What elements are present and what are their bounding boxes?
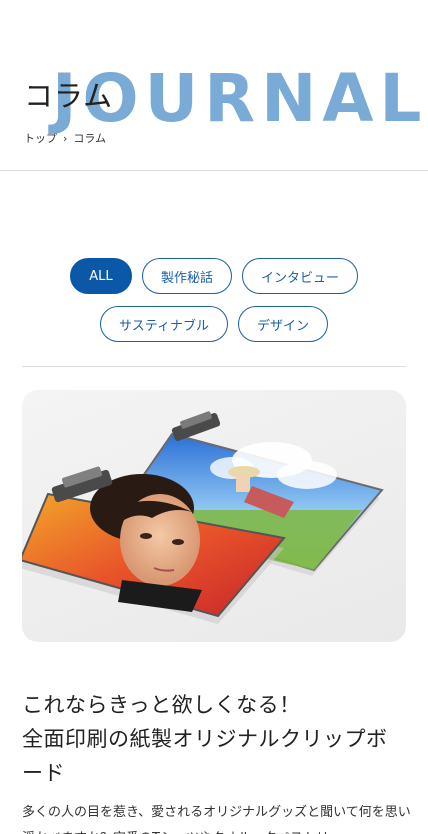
clipboard-illustration — [22, 411, 384, 624]
article-title-line: ード — [22, 761, 65, 785]
article-excerpt: 多くの人の目を惹き、愛されるオリジナルグッズと聞いて何を思い浮かべますか？定番の… — [22, 805, 411, 834]
page: JOURNAL JOURNAL コラム トップ › コラム ALL 製作秘話 イ… — [0, 0, 428, 834]
section-divider — [22, 366, 406, 367]
page-title: コラム — [24, 79, 114, 113]
category-row-1: ALL 製作秘話 インタビュー — [22, 258, 406, 294]
category-filter: ALL 製作秘話 インタビュー サスティナブル デザイン — [22, 258, 406, 354]
breadcrumb-current: コラム — [73, 132, 107, 145]
page-header: JOURNAL JOURNAL コラム トップ › コラム — [0, 0, 428, 171]
breadcrumb: トップ › コラム — [24, 130, 106, 146]
category-tag-design[interactable]: デザイン — [237, 306, 328, 342]
category-row-2: サスティナブル デザイン — [22, 306, 406, 342]
breadcrumb-separator: › — [63, 131, 68, 145]
article-thumbnail[interactable] — [22, 390, 406, 642]
category-tag-all[interactable]: ALL — [69, 258, 132, 294]
article-title-line: これならきっと欲しくなる！ — [22, 693, 301, 717]
category-tag-interview[interactable]: インタビュー — [242, 258, 359, 294]
breadcrumb-home-link[interactable]: トップ — [24, 130, 57, 146]
category-tag-production-story[interactable]: 製作秘話 — [141, 258, 232, 294]
article-title[interactable]: これならきっと欲しくなる！ 全面印刷の紙製オリジナルクリップボ ード — [22, 688, 406, 790]
category-tag-sustainable[interactable]: サスティナブル — [100, 306, 228, 342]
article-title-line: 全面印刷の紙製オリジナルクリップボ — [22, 727, 388, 751]
